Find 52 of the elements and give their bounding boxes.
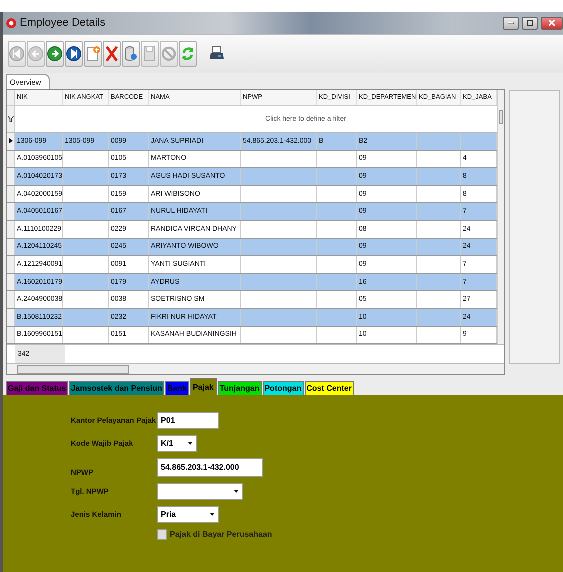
dropdown-arrow-icon: [234, 490, 239, 493]
section-tab[interactable]: Cost Center: [304, 381, 354, 395]
minimize-icon: [508, 22, 514, 24]
row-header-cell[interactable]: [7, 256, 15, 273]
minimize-button[interactable]: [503, 16, 519, 30]
cancel-icon: [161, 44, 177, 64]
row-header-cell[interactable]: [7, 220, 15, 238]
dropdown-arrow-icon: [210, 513, 215, 516]
section-tab[interactable]: Pajak: [190, 378, 217, 395]
row-header-cell[interactable]: [7, 274, 15, 290]
row-header-cell[interactable]: [7, 168, 15, 185]
add-document-icon: [85, 44, 101, 64]
app-icon: [6, 18, 17, 28]
close-icon: [549, 20, 555, 26]
window-title: Employee Details: [20, 17, 106, 29]
checkbox-option[interactable]: Pajak di Bayar Perusahaan: [157, 529, 563, 540]
last-record-button[interactable]: [65, 41, 83, 67]
database-icon: [123, 44, 139, 64]
row-header-cell[interactable]: [7, 326, 15, 344]
row-header-cell[interactable]: [7, 291, 15, 308]
database-button[interactable]: [122, 41, 140, 67]
save-icon: [142, 44, 158, 64]
row-header-cell[interactable]: [7, 203, 15, 220]
row-header-cell[interactable]: [7, 238, 15, 256]
maximize-button[interactable]: [522, 16, 538, 30]
forward-arrow-button[interactable]: [46, 41, 64, 67]
row-header-cell[interactable]: [7, 308, 15, 326]
horizontal-scrollbar[interactable]: [7, 364, 504, 374]
maximize-icon: [527, 20, 533, 26]
input-field[interactable]: P01: [157, 412, 219, 429]
close-button[interactable]: [541, 16, 563, 30]
section-tab[interactable]: Potongan: [262, 381, 304, 395]
first-record-icon: [9, 44, 25, 64]
delete-icon: [104, 44, 120, 64]
section-tab[interactable]: Jamsostek dan Pensiun: [69, 381, 164, 395]
vertical-scrollbar[interactable]: [497, 90, 504, 344]
section-tab[interactable]: Tunjangan: [218, 381, 262, 395]
row-header-cell[interactable]: [7, 150, 15, 168]
last-record-icon: [66, 44, 82, 64]
checkbox[interactable]: [157, 529, 167, 540]
input-field[interactable]: 54.865.203.1-432.000: [157, 458, 263, 477]
dropdown-arrow-icon: [188, 442, 193, 445]
dropdown-field[interactable]: [157, 483, 243, 500]
current-row-icon: [8, 138, 12, 144]
dropdown-field[interactable]: K/1: [157, 435, 197, 452]
checkbox-label: Pajak di Bayar Perusahaan: [170, 530, 272, 539]
dropdown-field[interactable]: Pria: [157, 506, 219, 523]
filter-icon[interactable]: [8, 116, 14, 122]
row-header-cell[interactable]: [7, 133, 15, 150]
row-header-cell[interactable]: [7, 186, 15, 202]
refresh-button[interactable]: [179, 41, 197, 67]
delete-button[interactable]: [103, 41, 121, 67]
